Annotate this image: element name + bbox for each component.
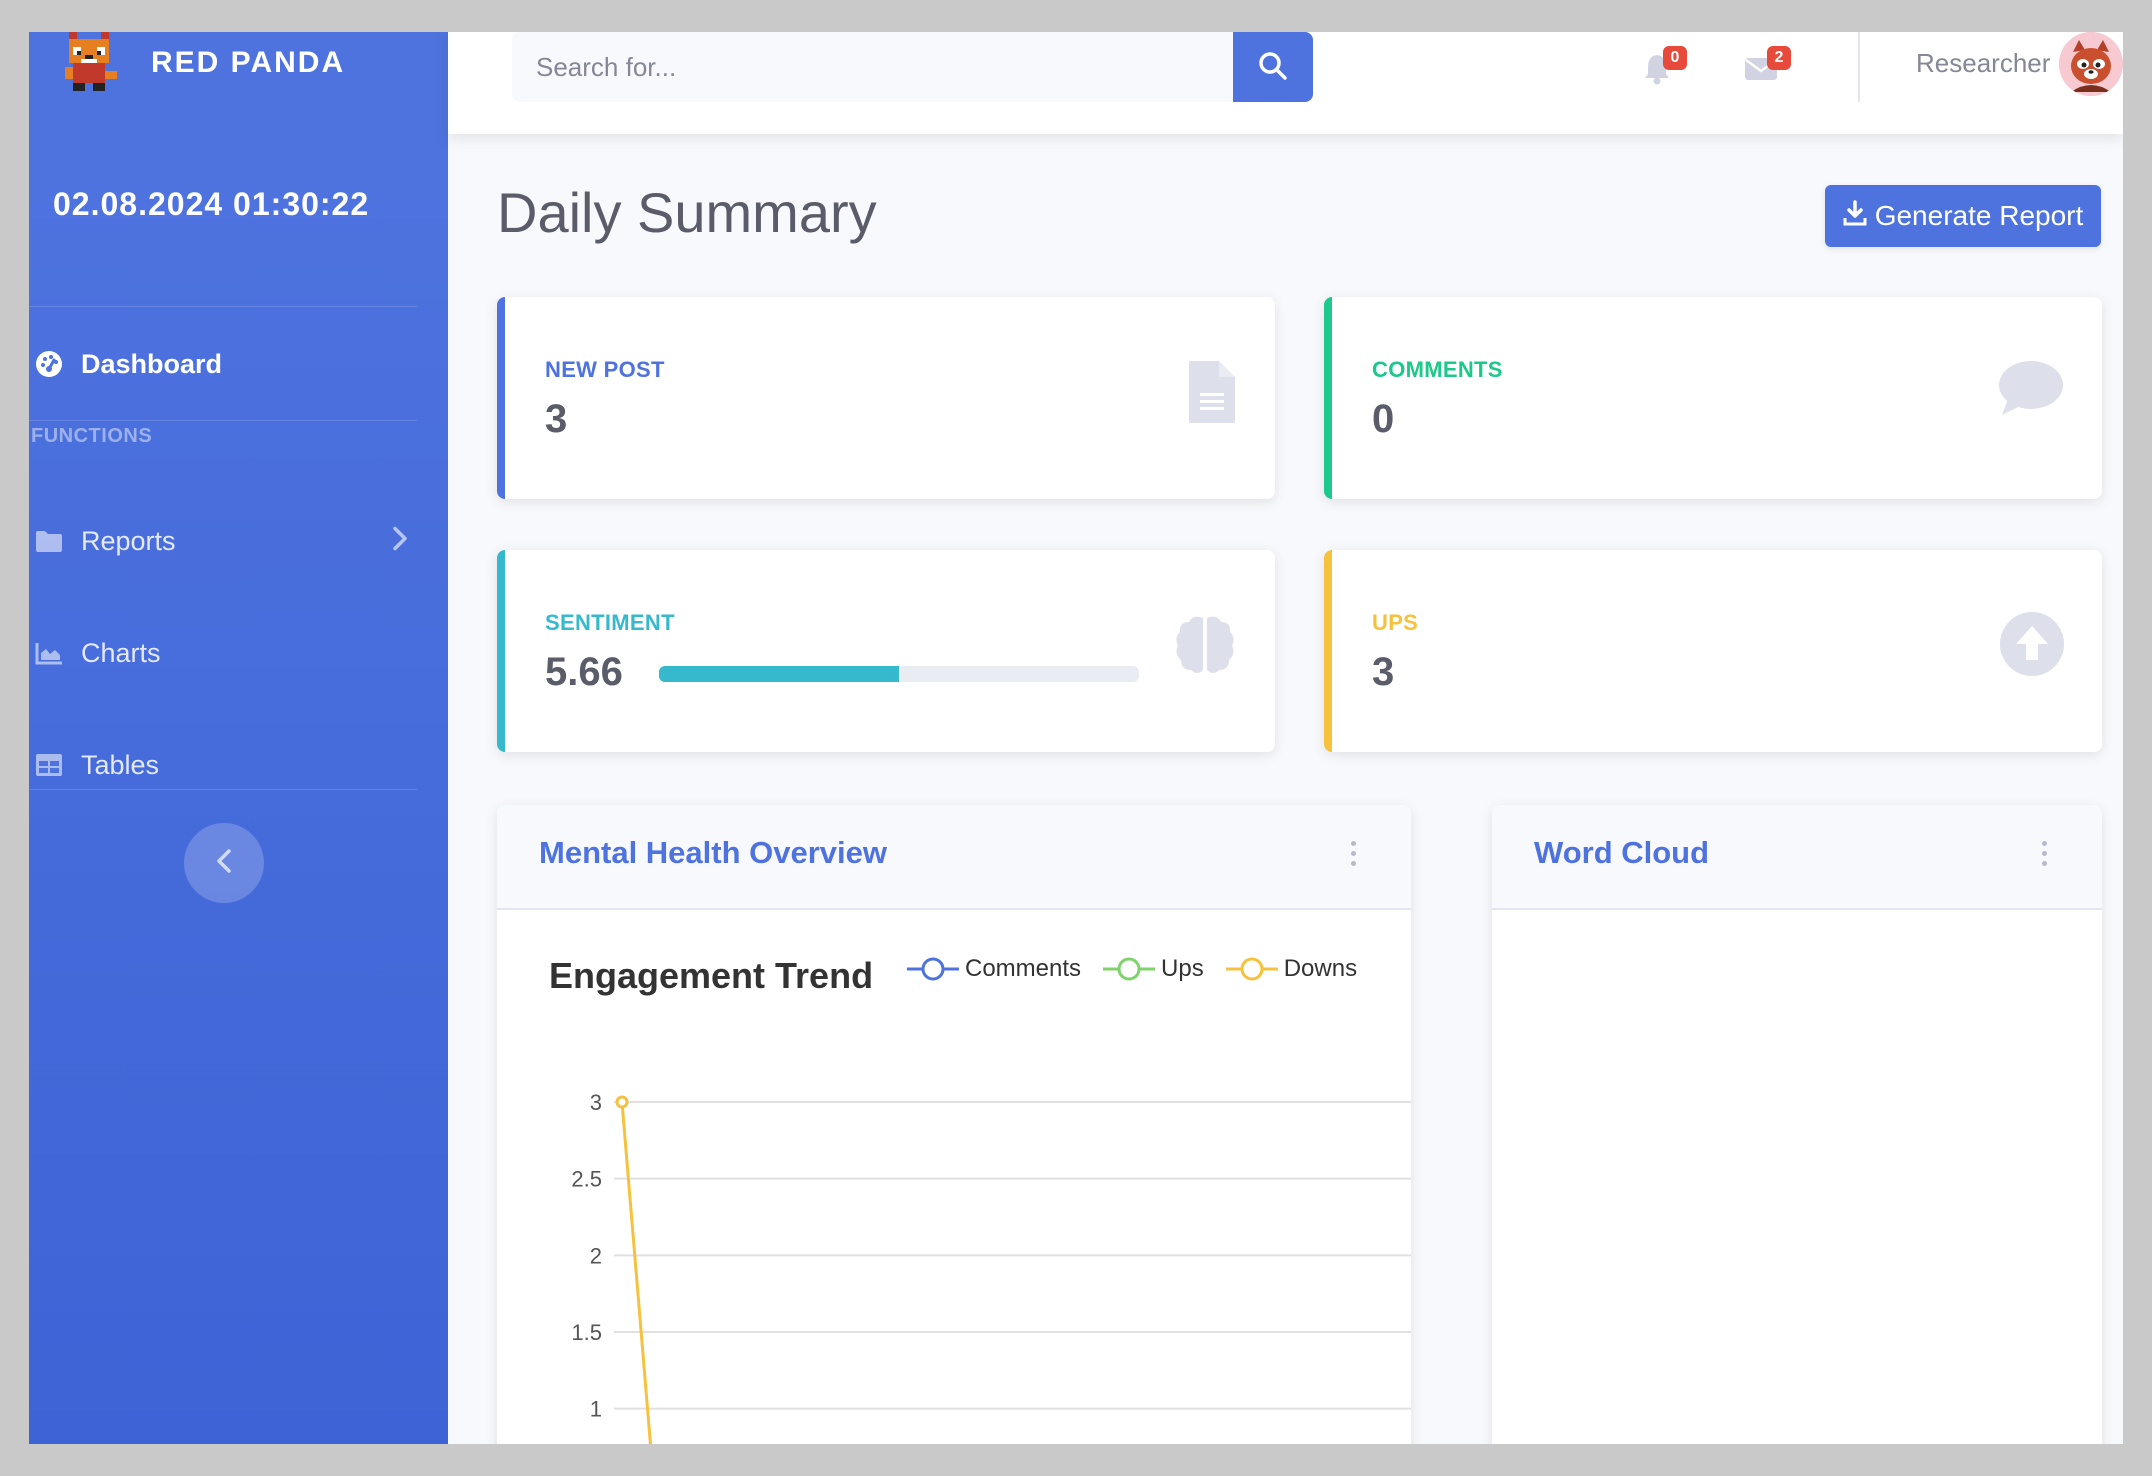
alerts-count-badge: 0 [1663,46,1687,70]
stat-label: SENTIMENT [545,610,675,635]
sidebar-item-dashboard[interactable]: Dashboard [29,344,417,384]
sidebar-toggle-button[interactable] [184,823,264,903]
file-alt-icon [1187,359,1237,430]
sentiment-progress-bar [659,666,1139,682]
data-point[interactable] [615,1095,629,1109]
progress-fill [659,666,899,682]
messages-button[interactable]: 2 [1731,46,1791,96]
stat-card-new-post: NEW POST 3 [497,297,1275,499]
search-input[interactable] [512,32,1233,102]
red-panda-pixel-icon [57,32,121,95]
more-options-icon[interactable] [2042,841,2050,866]
topbar: 0 2 Researcher [448,32,2123,134]
user-name[interactable]: Researcher [1916,48,2050,79]
sidebar-item-tables[interactable]: Tables [29,745,417,785]
arrow-circle-up-icon [2000,612,2064,681]
comment-icon [1998,359,2064,422]
generate-report-button[interactable]: Generate Report [1825,185,2101,247]
stat-card-sentiment: SENTIMENT 5.66 [497,550,1275,752]
search-button[interactable] [1233,32,1313,102]
card-accent [497,550,505,752]
y-tick-label: 3 [590,1090,602,1115]
card-accent [1324,550,1332,752]
area-chart-icon [29,633,69,673]
avatar[interactable] [2059,32,2123,96]
alerts-button[interactable]: 0 [1627,46,1687,96]
generate-report-label: Generate Report [1874,200,2084,231]
sidebar: RED PANDA 02.08.2024 01:30:22 Dashboard … [29,32,448,1444]
chevron-right-icon [391,526,409,557]
y-tick-label: 2.5 [571,1167,602,1192]
messages-count-badge: 2 [1767,46,1791,70]
card-accent [1324,297,1332,499]
word-cloud-panel: Word Cloud [1492,805,2102,1444]
mental-health-overview-panel: Mental Health Overview Engagement Trend … [497,805,1411,1444]
search-bar [512,32,1313,102]
card-accent [497,297,505,499]
panel-title: Word Cloud [1534,835,1710,870]
sidebar-item-label: Charts [81,637,161,668]
stat-value: 5.66 [545,650,623,694]
page-title: Daily Summary [497,181,877,244]
topbar-divider [1858,32,1860,102]
app-frame: RED PANDA 02.08.2024 01:30:22 Dashboard … [29,32,2123,1444]
sidebar-section-heading: FUNCTIONS [31,425,153,447]
sidebar-divider [29,789,417,790]
sidebar-divider [29,420,417,421]
dashboard-icon [29,344,69,384]
sidebar-brand[interactable]: RED PANDA [57,32,345,102]
sidebar-datetime: 02.08.2024 01:30:22 [53,186,370,222]
stat-value: 3 [545,397,568,441]
stat-value: 0 [1372,397,1395,441]
sidebar-item-charts[interactable]: Charts [29,633,417,673]
sidebar-item-label: Tables [81,749,160,780]
y-tick-label: 1 [590,1397,602,1422]
stat-card-ups: UPS 3 [1324,550,2102,752]
stat-label: NEW POST [545,357,665,382]
search-icon [1258,51,1288,84]
stat-value: 3 [1372,650,1395,694]
stat-card-comments: COMMENTS 0 [1324,297,2102,499]
engagement-trend-chart: 3 2.5 2 1.5 1 [571,1090,1411,1444]
folder-icon [29,521,69,561]
stat-label: UPS [1372,610,1419,635]
sidebar-divider [29,306,417,307]
brand-name: RED PANDA [151,46,346,79]
chevron-left-icon [215,848,233,879]
download-icon [1843,199,1867,233]
panel-header: Word Cloud [1492,805,2102,910]
sidebar-item-reports[interactable]: Reports [29,521,417,561]
series-line-downs [620,1101,652,1444]
stat-label: COMMENTS [1372,357,1503,382]
sidebar-item-label: Reports [81,525,176,556]
brain-icon [1173,612,1237,681]
sidebar-item-label: Dashboard [81,348,223,379]
y-tick-label: 2 [590,1243,602,1268]
y-tick-label: 1.5 [571,1320,602,1345]
table-icon [29,745,69,785]
